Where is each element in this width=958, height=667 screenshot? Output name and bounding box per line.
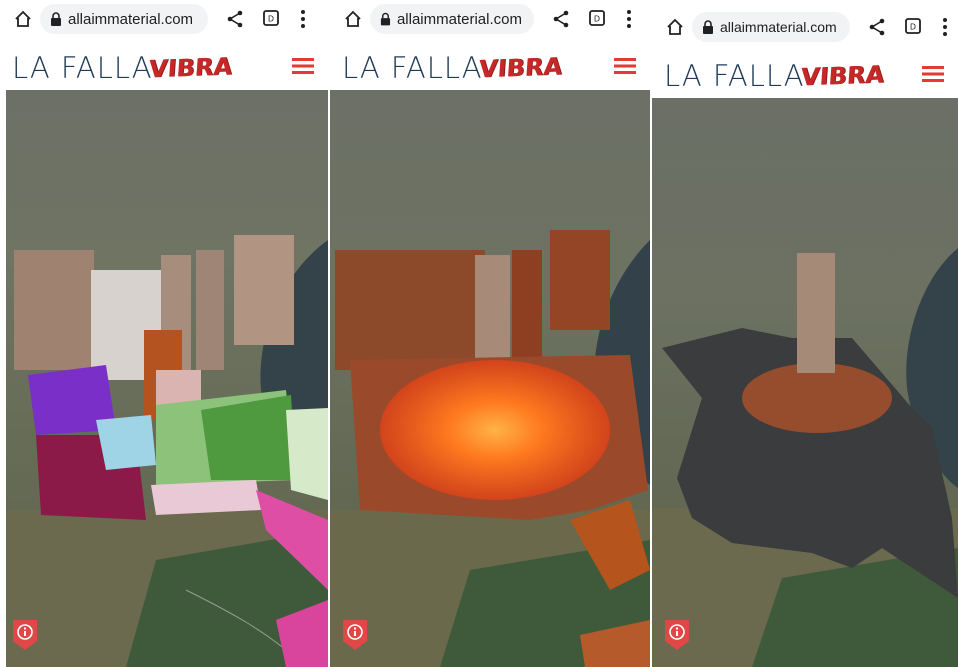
logo-accent-text: VIBRA — [477, 52, 563, 84]
browser-toolbar: allaimmaterial.com D — [652, 8, 958, 52]
site-logo[interactable]: LA FALLA VIBRA — [12, 51, 233, 85]
lock-icon — [380, 12, 391, 26]
phone-panel-2: allaimmaterial.com D LA FALLA VIBRA — [330, 0, 650, 667]
phone-panel-1: allaimmaterial.com D LA FALLA VIBRA — [0, 0, 328, 667]
svg-text:D: D — [910, 23, 916, 32]
site-logo[interactable]: LA FALLA VIBRA — [342, 51, 563, 85]
more-icon[interactable] — [300, 9, 306, 29]
site-header: LA FALLA VIBRA — [0, 44, 328, 90]
phone-panel-3: allaimmaterial.com D LA FALLA VIBRA — [652, 0, 958, 667]
logo-accent-text: VIBRA — [147, 52, 233, 84]
share-icon[interactable] — [552, 10, 570, 28]
browser-toolbar: allaimmaterial.com D — [330, 0, 650, 44]
hamburger-menu-icon[interactable] — [292, 58, 314, 74]
address-bar[interactable]: allaimmaterial.com — [692, 12, 850, 42]
tabs-icon[interactable]: D — [904, 17, 922, 35]
share-icon[interactable] — [226, 10, 244, 28]
url-text: allaimmaterial.com — [396, 10, 522, 28]
logo-accent-text: VIBRA — [799, 60, 885, 92]
logo-text: LA FALLA — [12, 51, 153, 85]
3d-map-view[interactable] — [330, 90, 650, 667]
info-icon[interactable] — [664, 619, 690, 651]
svg-text:D: D — [594, 15, 600, 24]
info-icon[interactable] — [12, 619, 38, 651]
svg-text:D: D — [268, 15, 274, 24]
info-icon[interactable] — [342, 619, 368, 651]
lock-icon — [703, 20, 713, 34]
lock-icon — [51, 12, 61, 26]
more-icon[interactable] — [626, 9, 632, 29]
3d-map-view[interactable] — [6, 90, 328, 667]
more-icon[interactable] — [942, 17, 948, 37]
site-logo[interactable]: LA FALLA VIBRA — [664, 59, 885, 93]
hamburger-menu-icon[interactable] — [922, 66, 944, 82]
tabs-icon[interactable]: D — [588, 9, 606, 27]
hamburger-menu-icon[interactable] — [614, 58, 636, 74]
site-header: LA FALLA VIBRA — [652, 52, 958, 98]
panel-divider — [328, 0, 330, 667]
site-header: LA FALLA VIBRA — [330, 44, 650, 90]
url-text: allaimmaterial.com — [68, 10, 194, 28]
logo-text: LA FALLA — [664, 59, 805, 93]
url-text: allaimmaterial.com — [720, 19, 837, 35]
address-bar[interactable]: allaimmaterial.com — [40, 4, 208, 34]
browser-toolbar: allaimmaterial.com D — [0, 0, 328, 44]
3d-map-view[interactable] — [652, 98, 958, 667]
address-bar[interactable]: allaimmaterial.com — [370, 4, 534, 34]
panel-divider — [650, 0, 652, 667]
home-icon[interactable] — [14, 10, 32, 28]
home-icon[interactable] — [344, 10, 362, 28]
share-icon[interactable] — [868, 18, 886, 36]
home-icon[interactable] — [666, 18, 684, 36]
tabs-icon[interactable]: D — [262, 9, 280, 27]
logo-text: LA FALLA — [342, 51, 483, 85]
